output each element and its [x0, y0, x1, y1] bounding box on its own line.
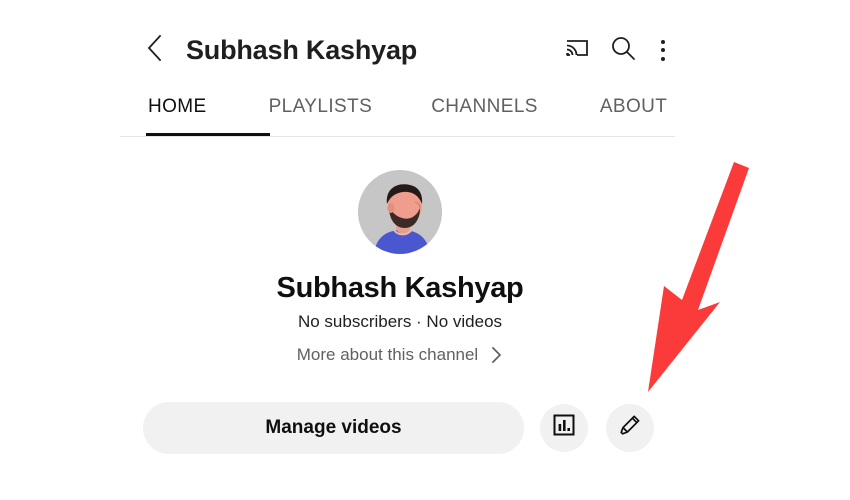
cast-button[interactable]: [554, 27, 600, 73]
edit-channel-button[interactable]: [606, 403, 654, 452]
manage-videos-label: Manage videos: [265, 416, 402, 438]
page-title: Subhash Kashyap: [186, 34, 418, 65]
chevron-right-icon: [490, 345, 503, 365]
pencil-edit-icon: [617, 412, 643, 443]
tab-channels[interactable]: CHANNELS: [429, 96, 540, 118]
app-bar: Subhash Kashyap: [120, 20, 680, 80]
analytics-bar-chart-icon: [552, 413, 576, 442]
tab-home[interactable]: HOME: [146, 96, 209, 118]
tab-about[interactable]: ABOUT: [598, 96, 669, 118]
tab-playlists[interactable]: PLAYLISTS: [267, 96, 375, 118]
analytics-button[interactable]: [540, 403, 588, 452]
cast-icon: [564, 36, 590, 65]
tab-bar: HOME PLAYLISTS CHANNELS ABOUT: [120, 96, 680, 138]
more-vertical-icon: [661, 39, 665, 61]
chevron-left-icon: [145, 33, 165, 68]
channel-header: Subhash Kashyap No subscribers · No vide…: [120, 160, 680, 365]
more-about-channel-link[interactable]: More about this channel: [297, 345, 503, 365]
back-button[interactable]: [138, 30, 172, 70]
tab-bar-divider: [120, 136, 675, 137]
search-button[interactable]: [600, 27, 646, 73]
avatar[interactable]: [358, 170, 442, 254]
channel-name: Subhash Kashyap: [276, 272, 524, 304]
avatar-image: [358, 170, 442, 254]
app-bar-actions: [554, 27, 680, 73]
search-icon: [609, 34, 637, 67]
manage-videos-button[interactable]: Manage videos: [143, 401, 524, 454]
action-row: Manage videos: [143, 400, 656, 455]
channel-page: Subhash Kashyap HOME PLAYLISTS CHANNELS …: [0, 0, 850, 500]
overflow-menu-button[interactable]: [646, 27, 680, 73]
more-about-channel-label: More about this channel: [296, 345, 479, 364]
channel-stats: No subscribers · No videos: [297, 312, 503, 331]
